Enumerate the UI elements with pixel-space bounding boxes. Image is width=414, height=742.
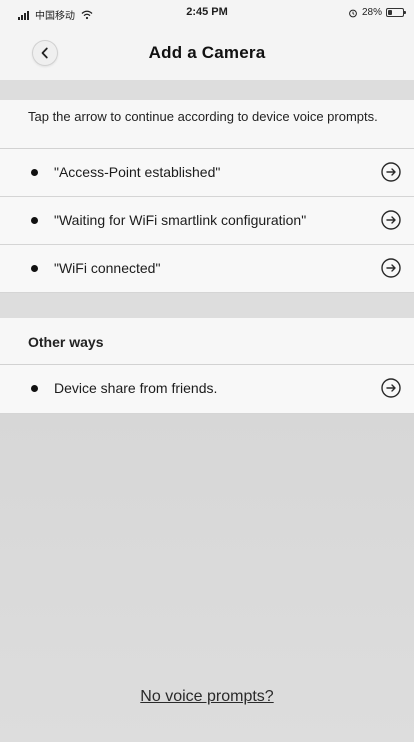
bullet-icon (31, 385, 38, 392)
battery-level (388, 10, 392, 15)
nav-bar: Add a Camera (0, 26, 414, 81)
other-ways-header: Other ways (0, 318, 414, 365)
other-way-label: Device share from friends. (54, 380, 218, 396)
instruction-text: Tap the arrow to continue according to d… (0, 100, 414, 149)
voice-prompt-row-wifi-connected[interactable]: "WiFi connected" (0, 245, 414, 293)
status-bar: 中国移动 2:45 PM 28% (0, 0, 414, 26)
voice-prompt-label: "Access-Point established" (54, 164, 221, 180)
other-way-row-device-share[interactable]: Device share from friends. (0, 365, 414, 414)
voice-prompt-row-waiting-smartlink[interactable]: "Waiting for WiFi smartlink configuratio… (0, 197, 414, 245)
page-title: Add a Camera (148, 43, 266, 62)
alarm-icon (349, 9, 357, 17)
bullet-icon (31, 217, 38, 224)
status-right: 28% (348, 7, 406, 18)
screen: 中国移动 2:45 PM 28% Add a Camera Tap the ar… (0, 0, 414, 742)
voice-prompt-label: "Waiting for WiFi smartlink configuratio… (54, 212, 307, 228)
section-spacer-top (0, 80, 414, 100)
arrow-right-circle-icon[interactable] (380, 209, 402, 231)
no-voice-prompts-link[interactable]: No voice prompts? (0, 688, 414, 706)
battery-percent: 28% (361, 7, 382, 18)
bullet-icon (31, 169, 38, 176)
arrow-right-circle-icon[interactable] (380, 161, 402, 183)
battery-icon (386, 8, 406, 17)
bullet-icon (31, 265, 38, 272)
arrow-right-circle-icon[interactable] (380, 377, 402, 399)
voice-prompt-row-access-point[interactable]: "Access-Point established" (0, 149, 414, 197)
voice-prompt-label: "WiFi connected" (54, 260, 161, 276)
arrow-right-circle-icon[interactable] (380, 257, 402, 279)
section-spacer-middle (0, 293, 414, 318)
